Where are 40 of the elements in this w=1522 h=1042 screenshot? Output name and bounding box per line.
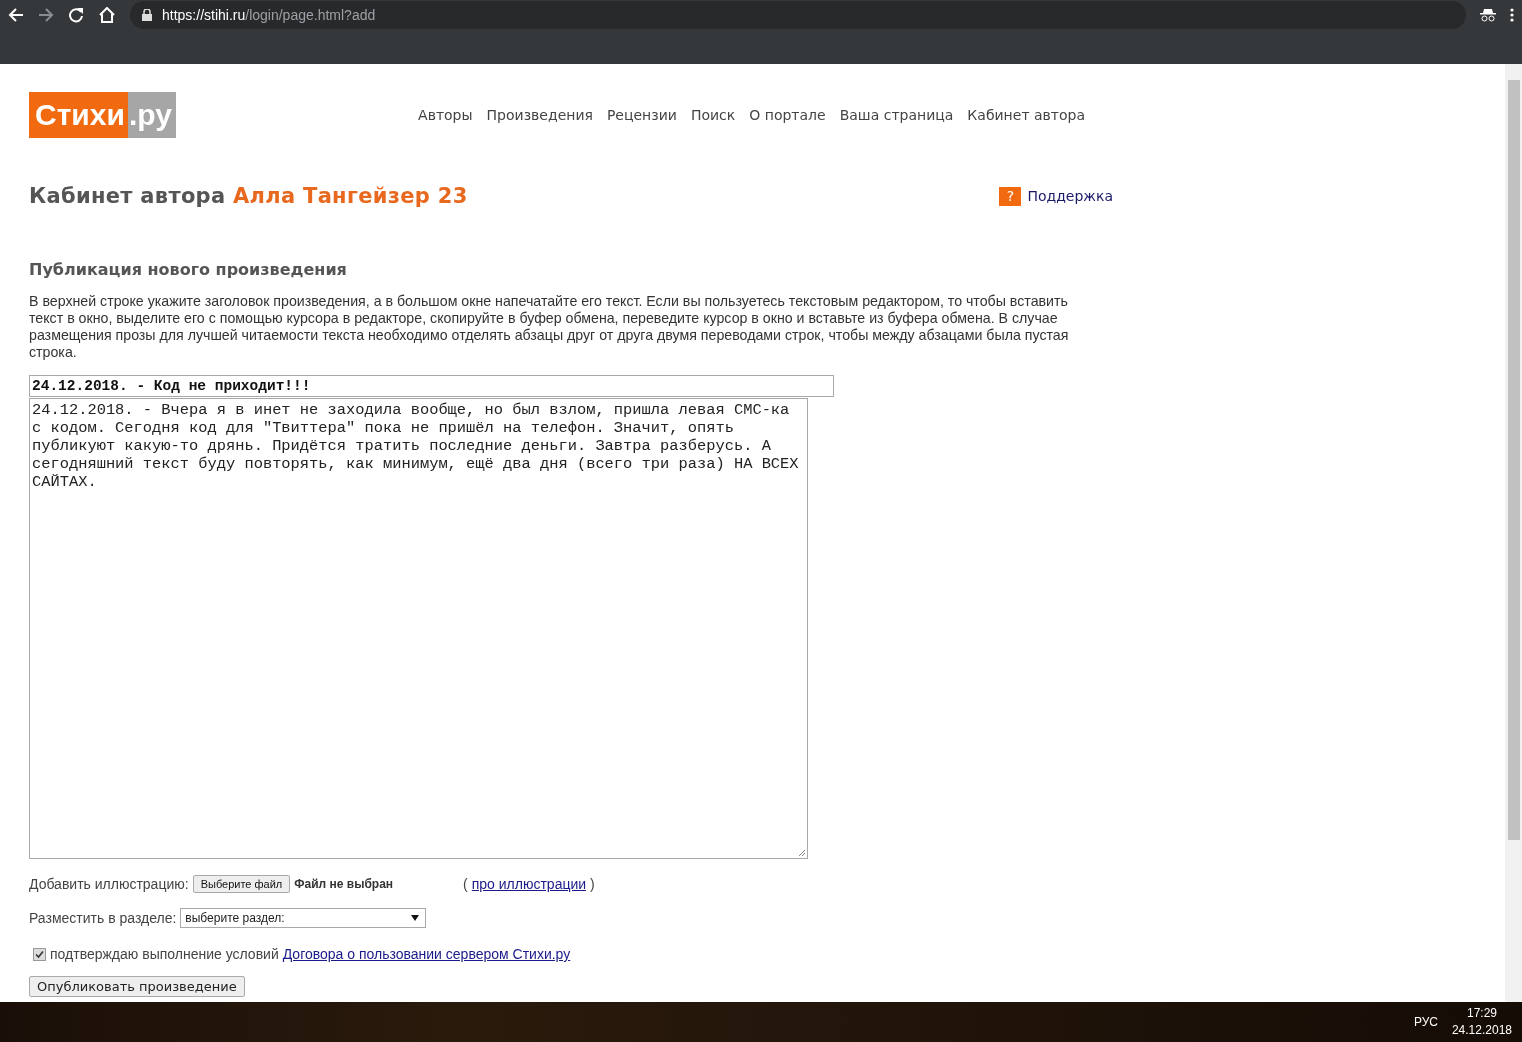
agree-checkbox[interactable] [33,947,46,961]
section-heading: Публикация нового произведения [29,260,348,279]
reload-icon[interactable] [68,7,84,23]
clock[interactable]: 17:29 24.12.2018 [1451,1005,1512,1039]
choose-file-button[interactable]: Выберите файл [192,875,291,893]
nav-link[interactable]: Поиск [690,107,736,123]
title-field[interactable]: 24.12.2018. - Код не приходит!!! [29,375,834,397]
field-label: Добавить иллюстрацию: [29,876,189,892]
agree-label: подтверждаю выполнение условий [50,946,279,962]
nav-link[interactable]: Рецензии [606,107,677,123]
parenthesis: ( [463,876,468,892]
parenthesis: ) [590,876,595,892]
nav-link[interactable]: О портале [749,107,826,123]
publish-button[interactable]: Опубликовать произведение [29,976,245,997]
forward-icon[interactable] [38,7,54,23]
address-field[interactable]: https://stihi.ru/login/page.html?add [130,1,1466,29]
lock-icon [142,9,152,21]
scrollbar-thumb[interactable] [1507,80,1520,840]
back-icon[interactable] [8,7,24,23]
field-label: Разместить в разделе: [29,910,177,926]
nav-link[interactable]: Ваша страница [839,107,954,123]
nav-link[interactable]: Произведения [486,107,593,123]
file-status: Файл не выбран [294,877,394,891]
illustrations-link[interactable]: про иллюстрации [471,876,587,892]
dropdown-arrow-icon [411,915,420,921]
help-icon: ? [999,186,1022,206]
agreement-link[interactable]: Договора о пользовании сервером Стихи.ру [282,946,571,962]
home-icon[interactable] [98,7,116,23]
instructions-text: В верхней строке укажите заголовок произведения, а в большом окне напечатайте его текст. Если вы пользуетесь текстовым редактором, то чтобы вставить текст в окно, выделите его с помощью курсора в редакторе, скопируйте в буфер обмена, переведите курсор в окно и вставьте из буфера обмена. В случае размещения прозы для лучшей читаемости текста необходимо отделять абзацы друг от друга двумя переводами строк, чтобы между абзацами была пустая строка. [29,293,1070,361]
text-area[interactable]: 24.12.2018. - Вчера я в инет не заходила вообще, но был взлом, пришла левая СМС-ка с кодом. Сегодня код для "Твиттера" пока не пришёл на телефон. Значит, опять публикуют какую-то дрянь. Придётся тратить последние деньги. Завтра разберусь. А сегодняшний текст буду повторять, как минимум, ещё два дня (всего три раза) НА ВСЕХ САЙТАХ. [29,398,808,859]
scrollbar[interactable] [1505,64,1522,1002]
incognito-icon[interactable] [1480,8,1496,22]
support-link[interactable]: Поддержка [1027,188,1113,204]
section-select[interactable]: выберите раздел: [180,908,427,928]
menu-icon[interactable] [1510,8,1514,22]
nav-link[interactable]: Кабинет автора [967,107,1085,123]
nav-link[interactable]: Авторы [418,107,473,123]
language-indicator[interactable]: РУС [1413,1015,1438,1029]
resize-grip-icon[interactable] [797,849,806,857]
page-title: Кабинет автора Алла Тангейзер 23 [29,184,468,208]
